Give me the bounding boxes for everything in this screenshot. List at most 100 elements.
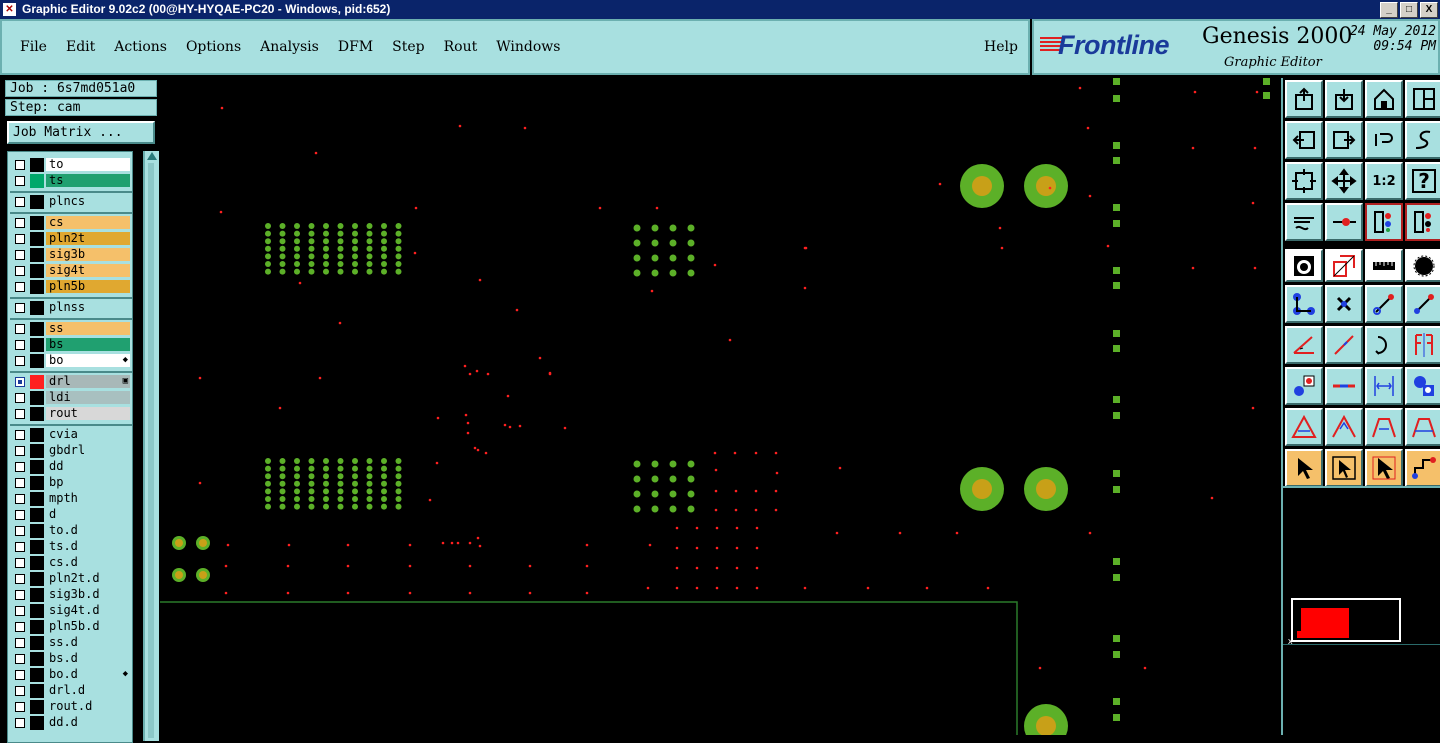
cross-tool-button[interactable]: [1325, 285, 1363, 323]
layer-checkbox[interactable]: [15, 622, 25, 632]
layer-checkbox[interactable]: [15, 377, 25, 387]
layer-checkbox[interactable]: [15, 574, 25, 584]
layer-color-swatch[interactable]: [30, 354, 44, 368]
layer-checkbox[interactable]: [15, 446, 25, 456]
layer-color-swatch[interactable]: [30, 668, 44, 682]
layer-row[interactable]: sig4t.d: [10, 604, 134, 618]
layer-row[interactable]: rout: [10, 407, 134, 421]
layer-name[interactable]: to: [46, 158, 130, 171]
layer-row[interactable]: bp: [10, 476, 134, 490]
layer-row[interactable]: pln2t.d: [10, 572, 134, 586]
pointer-alt-tool-button[interactable]: [1365, 449, 1403, 487]
layer-checkbox[interactable]: [15, 638, 25, 648]
home-tool-button[interactable]: [1365, 80, 1403, 118]
layer-name[interactable]: d: [46, 508, 130, 521]
trapezoid-tool-button[interactable]: [1365, 408, 1403, 446]
layer-color-swatch[interactable]: [30, 604, 44, 618]
layer-row[interactable]: gbdrl: [10, 444, 134, 458]
layer-checkbox[interactable]: [15, 702, 25, 712]
layer-name[interactable]: bp: [46, 476, 130, 489]
diagonal-tool-button[interactable]: [1325, 326, 1363, 364]
layer-name[interactable]: sig4t.d: [46, 604, 130, 617]
window-tool-button[interactable]: [1405, 80, 1440, 118]
layer-checkbox[interactable]: [15, 324, 25, 334]
layer-color-swatch[interactable]: [30, 540, 44, 554]
ruler-tool-button[interactable]: [1365, 249, 1403, 282]
layer-checkbox[interactable]: [15, 478, 25, 488]
layer-color-swatch[interactable]: [30, 248, 44, 262]
overview-map[interactable]: x: [1283, 486, 1440, 737]
layer-row[interactable]: pln5b.d: [10, 620, 134, 634]
layer-name[interactable]: bo.d ◆: [46, 668, 130, 681]
menu-analysis[interactable]: Analysis: [260, 39, 319, 55]
layer-name[interactable]: pln2t: [46, 232, 130, 245]
pointer-box-tool-button[interactable]: [1325, 449, 1363, 487]
layer-name[interactable]: ss.d: [46, 636, 130, 649]
layer-row[interactable]: pln5b: [10, 280, 134, 294]
layer-checkbox[interactable]: [15, 542, 25, 552]
layer-row[interactable]: pln2t: [10, 232, 134, 246]
layer-color-swatch[interactable]: [30, 716, 44, 730]
pan-tool-button[interactable]: [1325, 162, 1363, 200]
layer-checkbox[interactable]: [15, 176, 25, 186]
layer-color-swatch[interactable]: [30, 195, 44, 209]
menu-options[interactable]: Options: [186, 39, 241, 55]
job-matrix-button[interactable]: Job Matrix ...: [7, 121, 155, 144]
layer-checkbox[interactable]: [15, 462, 25, 472]
arrow-right-tool-button[interactable]: [1325, 121, 1363, 159]
app-icon[interactable]: ✕: [3, 3, 16, 16]
layer-color-swatch[interactable]: [30, 620, 44, 634]
layer-name[interactable]: sig3b: [46, 248, 130, 261]
layer-name[interactable]: drl ▣: [46, 375, 130, 388]
layer-color-swatch[interactable]: [30, 301, 44, 315]
scroll-track[interactable]: [148, 163, 154, 738]
layer-color-swatch[interactable]: [30, 444, 44, 458]
layer-color-swatch[interactable]: [30, 652, 44, 666]
measure-tool-tool-button[interactable]: [1285, 203, 1323, 241]
layer-checkbox[interactable]: [15, 430, 25, 440]
layer-checkbox[interactable]: [15, 654, 25, 664]
layer-color-swatch[interactable]: [30, 375, 44, 389]
mirror-tool-button[interactable]: [1405, 326, 1440, 364]
line-dots-alt-tool-button[interactable]: [1405, 285, 1440, 323]
layer-checkbox[interactable]: [15, 197, 25, 207]
layer-checkbox[interactable]: [15, 686, 25, 696]
layer-scrollbar[interactable]: [143, 151, 159, 741]
layer-name[interactable]: ss: [46, 322, 130, 335]
layer-checkbox[interactable]: [15, 282, 25, 292]
layer-name[interactable]: plnss: [46, 301, 130, 314]
layer-row[interactable]: bs.d: [10, 652, 134, 666]
layer-name[interactable]: pln5b: [46, 280, 130, 293]
layer-row[interactable]: dd.d: [10, 716, 134, 730]
layer-checkbox[interactable]: [15, 266, 25, 276]
layer-checkbox[interactable]: [15, 356, 25, 366]
layer-color-swatch[interactable]: [30, 232, 44, 246]
layer-name[interactable]: drl.d: [46, 684, 130, 697]
graphic-canvas[interactable]: [160, 78, 1281, 735]
group-tool-button[interactable]: [1405, 367, 1440, 405]
layer-row[interactable]: bo ◆: [10, 354, 134, 368]
layer-color-swatch[interactable]: [30, 280, 44, 294]
layer-color-swatch[interactable]: [30, 700, 44, 714]
menu-file[interactable]: File: [20, 39, 47, 55]
layer-name[interactable]: dd.d: [46, 716, 130, 729]
layer-row[interactable]: ss.d: [10, 636, 134, 650]
layer-name[interactable]: bs: [46, 338, 130, 351]
layer-row[interactable]: drl ▣: [10, 375, 134, 389]
menu-edit[interactable]: Edit: [66, 39, 95, 55]
layer-name[interactable]: gbdrl: [46, 444, 130, 457]
layer-row[interactable]: ts: [10, 174, 134, 188]
dimension-tool-button[interactable]: [1365, 367, 1403, 405]
layer-name[interactable]: pln2t.d: [46, 572, 130, 585]
layer-name[interactable]: ts.d: [46, 540, 130, 553]
layer-color-swatch[interactable]: [30, 158, 44, 172]
layer-name[interactable]: pln5b.d: [46, 620, 130, 633]
horizontal-line-tool-button[interactable]: [1325, 367, 1363, 405]
layer-color-swatch[interactable]: [30, 684, 44, 698]
trapezoid-alt-tool-button[interactable]: [1405, 408, 1440, 446]
layer-color-swatch[interactable]: [30, 508, 44, 522]
layer-row[interactable]: sig3b.d: [10, 588, 134, 602]
layer-checkbox[interactable]: [15, 160, 25, 170]
layer-row[interactable]: ldi: [10, 391, 134, 405]
layer-row[interactable]: drl.d: [10, 684, 134, 698]
